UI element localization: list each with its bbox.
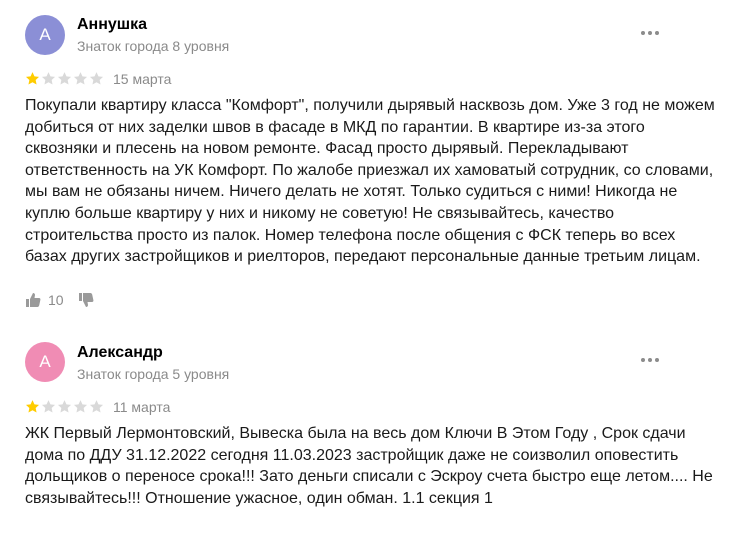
- review-text: Покупали квартиру класса "Комфорт", полу…: [25, 97, 715, 266]
- star-empty-icon: [73, 400, 88, 413]
- review-date: 15 марта: [113, 71, 172, 87]
- avatar[interactable]: А: [25, 342, 65, 382]
- author-level: Знаток города 5 уровня: [77, 366, 230, 382]
- review-card: А Александр Знаток города 5 уровня 11 ма…: [0, 330, 737, 533]
- star-filled-icon: [25, 72, 40, 85]
- avatar-letter: А: [39, 25, 51, 44]
- author-level: Знаток города 8 уровня: [77, 38, 230, 54]
- avatar-letter: А: [39, 352, 51, 371]
- author-name[interactable]: Александр: [77, 344, 163, 362]
- star-empty-icon: [41, 400, 56, 413]
- star-empty-icon: [73, 72, 88, 85]
- more-dots-icon[interactable]: [641, 356, 665, 364]
- like-count: 10: [48, 292, 64, 308]
- star-empty-icon: [57, 72, 72, 85]
- rating-stars: [25, 71, 104, 86]
- star-empty-icon: [89, 72, 104, 85]
- more-dots-icon[interactable]: [641, 29, 665, 37]
- review-text: ЖК Первый Лермонтовский, Вывеска была на…: [25, 425, 713, 507]
- star-empty-icon: [89, 400, 104, 413]
- avatar[interactable]: А: [25, 15, 65, 55]
- review-date: 11 марта: [113, 399, 171, 415]
- rating-stars: [25, 399, 104, 414]
- thumb-down-icon[interactable]: [78, 292, 94, 308]
- author-name[interactable]: Аннушка: [77, 16, 147, 34]
- star-empty-icon: [41, 72, 56, 85]
- review-card: А Аннушка Знаток города 8 уровня 15 март…: [0, 0, 737, 330]
- review-actions: 10: [25, 292, 94, 308]
- star-filled-icon: [25, 400, 40, 413]
- star-empty-icon: [57, 400, 72, 413]
- thumb-up-icon[interactable]: [25, 292, 41, 308]
